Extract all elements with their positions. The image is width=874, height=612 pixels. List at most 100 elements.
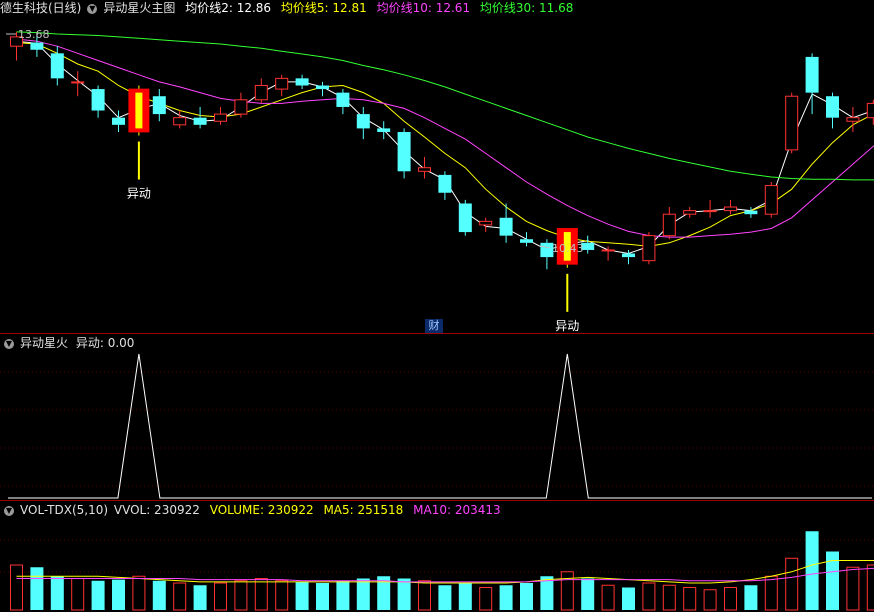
volume-bar-up (132, 575, 146, 611)
chevron-down-icon[interactable]: ▼ (4, 505, 14, 516)
candle-body-up (71, 81, 85, 84)
volume-bar-up (846, 566, 860, 611)
volume-bar-down (193, 585, 207, 610)
stock-chart-window: 德生科技(日线) ▼ 异动星火主图 均价线2: 12.86 均价线5: 12.81 … (0, 0, 874, 612)
price-low-label: 10.43 (552, 242, 584, 255)
volume-bar-up (866, 564, 874, 611)
candle-body-up (683, 210, 697, 215)
candle-body-up (724, 206, 737, 212)
candle-body-down (438, 174, 452, 193)
candle-body-down (458, 203, 472, 233)
candle-body-up (785, 95, 799, 151)
volume-bar-up (785, 557, 799, 611)
candle-body-up (866, 102, 874, 119)
vol-ma5-label: MA5: 251518 (323, 503, 404, 517)
volume-bar-up (234, 580, 248, 611)
candle-body-up (764, 185, 778, 215)
candle-body-up (662, 213, 676, 237)
volume-bar-down (397, 578, 411, 610)
candle-body-down (316, 85, 329, 90)
chevron-down-icon[interactable]: ▼ (4, 338, 14, 349)
volume-bar-down (91, 580, 105, 610)
volume-bar-up (703, 589, 717, 611)
volume-bar-down (499, 585, 513, 610)
volume-bar-down (458, 583, 472, 610)
volume-bar-up (724, 587, 737, 611)
volume-bar-up (214, 582, 227, 611)
volume-bar-up (560, 571, 574, 611)
candle-body-up (846, 117, 860, 122)
volume-bar-up (479, 587, 493, 611)
candle-body-up (234, 99, 248, 115)
signal-line (8, 353, 872, 499)
indicator-name[interactable]: 异动星火主图 (103, 1, 175, 15)
volume-panel-name[interactable]: VOL-TDX(5,10) (20, 503, 108, 517)
volume-bar-up (642, 582, 656, 611)
volume-bar-up (764, 575, 778, 611)
chevron-down-icon[interactable]: ▼ (87, 3, 98, 14)
ma5-legend: 均价线5: 12.81 (280, 1, 367, 15)
candle-body-down (744, 210, 758, 215)
volume-bar-up (10, 564, 23, 611)
volume-bar-down (356, 578, 370, 610)
candle-body-down (377, 128, 391, 132)
signal-value: 异动: 0.00 (75, 336, 135, 350)
candle-body-up (601, 249, 615, 252)
candle-body-down (336, 92, 350, 107)
candle-body-down (50, 53, 64, 79)
stock-title[interactable]: 德生科技(日线) (0, 1, 81, 15)
signal-label: 异动 (555, 319, 579, 333)
ma30-legend: 均价线30: 11.68 (479, 1, 574, 15)
candle-body-up (254, 85, 268, 101)
signal-panel-header: ▼ 异动星火 异动: 0.00 (0, 335, 140, 351)
candle-body-down (295, 78, 309, 86)
ma-line-1 (16, 42, 874, 247)
candle-body-down (152, 96, 166, 115)
volume-bar-down (30, 567, 44, 610)
candle-body-down (826, 96, 839, 118)
volume-panel-header: ▼ VOL-TDX(5,10) VVOL: 230922 VOLUME: 2309… (0, 502, 507, 518)
candle-body-down (91, 89, 105, 111)
signal-candle-core (135, 92, 143, 129)
volume-bar-down (316, 583, 329, 610)
candle-body-down (520, 239, 533, 243)
vvol-label: VVOL: 230922 (113, 503, 200, 517)
volume-bar-down (438, 585, 452, 610)
volume-bar-down (805, 531, 819, 610)
volume-bar-up (275, 580, 289, 611)
candle-body-up (703, 210, 717, 213)
signal-label: 异动 (127, 187, 151, 201)
chart-canvas[interactable]: 异动异动13.6810.43 (0, 0, 874, 612)
candle-body-down (805, 56, 819, 93)
volume-bar-up (418, 580, 431, 611)
ma-line-0 (16, 40, 874, 255)
candle-body-up (275, 77, 289, 90)
vol-ma10-label: MA10: 203413 (413, 503, 501, 517)
price-high-label: 13.68 (18, 28, 50, 41)
volume-bar-up (71, 578, 85, 611)
volume-label: VOLUME: 230922 (209, 503, 314, 517)
candle-body-up (173, 117, 187, 126)
candle-body-up (642, 235, 656, 262)
volume-bar-up (173, 582, 187, 611)
candle-body-up (214, 113, 227, 122)
candle-body-down (356, 114, 370, 129)
candle-body-down (499, 217, 513, 236)
volume-bar-down (152, 580, 166, 610)
volume-bar-up (662, 584, 676, 611)
volume-bar-down (520, 583, 533, 610)
volume-bar-down (50, 576, 64, 610)
volume-bar-up (254, 578, 268, 611)
main-chart-header: 德生科技(日线) ▼ 异动星火主图 均价线2: 12.86 均价线5: 12.81 … (0, 0, 579, 16)
volume-bar-down (581, 578, 595, 610)
signal-panel-name[interactable]: 异动星火 (20, 336, 68, 350)
volume-bar-down (112, 579, 125, 610)
candle-body-down (30, 42, 44, 50)
ma10-legend: 均价线10: 12.61 (376, 1, 471, 15)
candle-body-down (622, 253, 635, 258)
ma2-legend: 均价线2: 12.86 (185, 1, 272, 15)
volume-bar-up (683, 587, 697, 611)
candle-body-down (112, 117, 125, 125)
volume-bar-down (744, 585, 758, 610)
volume-bar-down (295, 581, 309, 610)
